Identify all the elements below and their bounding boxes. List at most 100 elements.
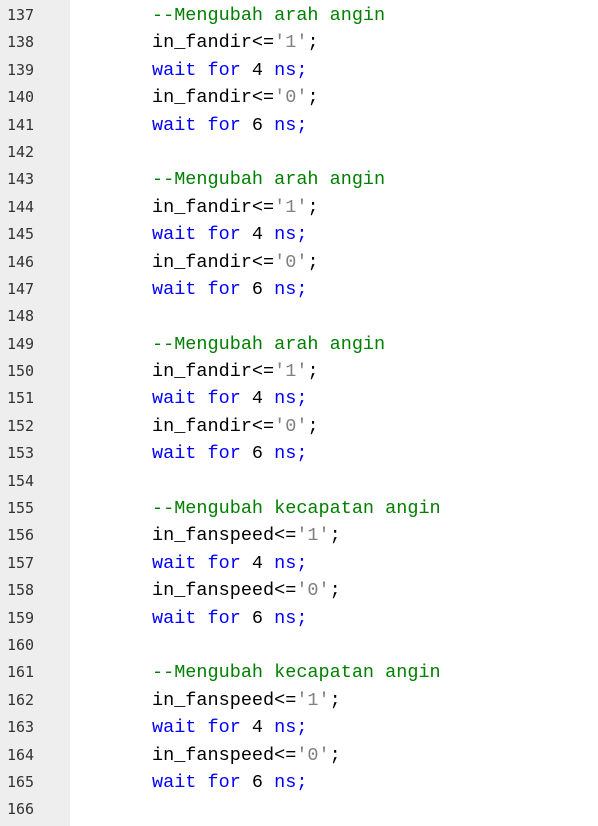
code-line[interactable]: in_fandir<='0'; (70, 249, 598, 276)
code-line[interactable] (70, 468, 598, 495)
line-number: 140 (7, 88, 35, 107)
code-keyword: wait for (152, 114, 241, 136)
code-line[interactable] (70, 796, 598, 823)
code-line[interactable]: --Mengubah kecapatan angin (70, 659, 598, 686)
code-comment: --Mengubah arah angin (152, 333, 386, 355)
code-keyword: ns; (274, 224, 308, 246)
line-number: 152 (7, 416, 35, 435)
code-line[interactable]: in_fanspeed<='1'; (70, 687, 598, 714)
code-keyword: wait for (152, 552, 241, 574)
code-comment: --Mengubah arah angin (152, 5, 386, 26)
code-keyword: ns; (274, 59, 308, 81)
code-area[interactable]: --Mengubah arah angin in_fandir<='1'; wait… (70, 0, 598, 826)
code-text: ; (329, 580, 341, 602)
code-keyword: wait for (152, 771, 241, 793)
code-line[interactable]: wait for 6 ns; (70, 440, 598, 467)
code-line[interactable]: wait for 6 ns; (70, 605, 598, 632)
code-line[interactable]: in_fandir<='1'; (70, 29, 598, 56)
code-string-literal: '0' (274, 87, 308, 109)
code-text: in_fandir<= (152, 87, 275, 109)
line-number: 144 (7, 197, 35, 216)
code-line[interactable]: in_fanspeed<='0'; (70, 742, 598, 769)
line-number-gutter: 137 138 139 140 141 142 143 144 145 146 147 148 149 1… (0, 0, 70, 826)
line-number: 153 (7, 444, 35, 463)
code-string-literal: '0' (296, 580, 330, 602)
line-number: 159 (7, 608, 35, 627)
code-line[interactable]: wait for 6 ns; (70, 112, 598, 139)
code-keyword: ns; (274, 114, 308, 136)
line-number: 156 (7, 526, 35, 545)
code-line[interactable]: wait for 6 ns; (70, 769, 598, 796)
code-text: in_fandir<= (152, 32, 275, 54)
code-text: ; (307, 32, 319, 54)
code-keyword: ns; (274, 443, 308, 465)
line-number: 163 (7, 718, 35, 737)
code-comment: --Mengubah kecapatan angin (152, 498, 441, 520)
line-number: 165 (7, 772, 35, 791)
line-number: 157 (7, 553, 35, 572)
code-text: in_fanspeed<= (152, 744, 297, 766)
line-number: 166 (7, 800, 35, 819)
code-text: in_fandir<= (152, 251, 275, 273)
code-line[interactable]: in_fandir<='1'; (70, 358, 598, 385)
line-number: 148 (7, 307, 35, 326)
code-text: 4 (240, 224, 275, 246)
code-line[interactable]: in_fandir<='0'; (70, 413, 598, 440)
code-string-literal: '0' (274, 251, 308, 273)
code-text: ; (307, 196, 319, 218)
code-text: 6 (240, 114, 275, 136)
code-line[interactable]: in_fandir<='0'; (70, 84, 598, 111)
line-number: 146 (7, 252, 35, 271)
code-line[interactable]: --Mengubah arah angin (70, 2, 598, 29)
code-editor[interactable]: 137 138 139 140 141 142 143 144 145 146 147 148 149 1… (0, 0, 598, 826)
code-line[interactable]: --Mengubah arah angin (70, 331, 598, 358)
line-number: 147 (7, 279, 35, 298)
code-keyword: wait for (152, 443, 241, 465)
code-text: 6 (240, 443, 275, 465)
line-number: 141 (7, 115, 35, 134)
line-number: 139 (7, 60, 35, 79)
code-line[interactable]: --Mengubah arah angin (70, 166, 598, 193)
code-line[interactable] (70, 632, 598, 659)
code-keyword: wait for (152, 607, 241, 629)
code-comment: --Mengubah arah angin (152, 169, 386, 191)
code-line[interactable] (70, 139, 598, 166)
code-text: 6 (240, 771, 275, 793)
code-text: ; (307, 251, 319, 273)
code-keyword: wait for (152, 224, 241, 246)
code-line[interactable]: wait for 4 ns; (70, 385, 598, 412)
line-number: 151 (7, 389, 35, 408)
code-line[interactable] (70, 303, 598, 330)
code-line[interactable]: --Mengubah kecapatan angin (70, 495, 598, 522)
code-line[interactable]: in_fandir<='1'; (70, 194, 598, 221)
code-line[interactable]: in_fanspeed<='0'; (70, 577, 598, 604)
code-line[interactable]: wait for 4 ns; (70, 714, 598, 741)
code-text: ; (307, 415, 319, 437)
code-line[interactable]: wait for 4 ns; (70, 550, 598, 577)
code-comment: --Mengubah kecapatan angin (152, 662, 441, 684)
line-number: 160 (7, 635, 35, 654)
line-number: 143 (7, 170, 35, 189)
code-string-literal: '1' (296, 525, 330, 547)
line-number: 158 (7, 581, 35, 600)
line-number: 155 (7, 499, 35, 518)
code-string-literal: '0' (296, 744, 330, 766)
code-keyword: wait for (152, 59, 241, 81)
code-keyword: wait for (152, 388, 241, 410)
code-text: in_fandir<= (152, 415, 275, 437)
code-text: in_fandir<= (152, 196, 275, 218)
code-text: ; (329, 689, 341, 711)
code-line[interactable]: wait for 6 ns; (70, 276, 598, 303)
code-text: ; (329, 525, 341, 547)
code-text: ; (307, 87, 319, 109)
code-text: 4 (240, 717, 275, 739)
code-keyword: ns; (274, 607, 308, 629)
code-line[interactable]: wait for 4 ns; (70, 57, 598, 84)
line-number: 162 (7, 690, 35, 709)
code-line[interactable]: wait for 4 ns; (70, 221, 598, 248)
code-text: ; (329, 744, 341, 766)
code-string-literal: '1' (296, 689, 330, 711)
line-number: 154 (7, 471, 35, 490)
code-keyword: ns; (274, 388, 308, 410)
code-line[interactable]: in_fanspeed<='1'; (70, 522, 598, 549)
